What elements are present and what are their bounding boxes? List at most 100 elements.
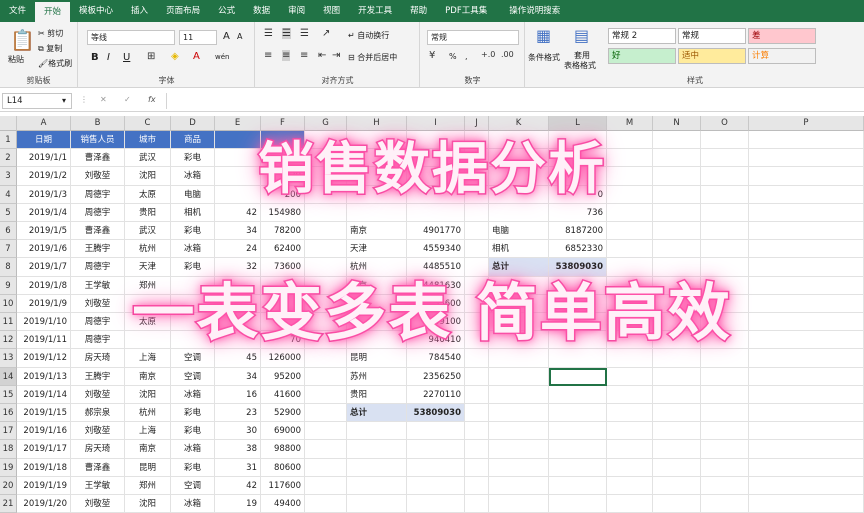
grid-cell[interactable] [347,495,407,513]
cut-button[interactable]: ✂ 剪切 [38,28,63,39]
grid-cell[interactable] [607,458,653,477]
table1-cell[interactable]: 19 [215,495,261,513]
grid-cell[interactable] [749,404,864,423]
table1-cell[interactable]: 31 [215,458,261,477]
grid-cell[interactable] [549,404,607,423]
table1-cell[interactable]: 杭州 [125,404,171,423]
table1-cell[interactable]: 南京 [125,367,171,386]
grid-cell[interactable] [489,458,549,477]
table1-cell[interactable]: 34 [215,222,261,241]
table1-cell[interactable]: 房天琦 [71,440,125,459]
grid-cell[interactable] [701,367,749,386]
grid-cell[interactable] [607,240,653,259]
table1-cell[interactable]: 2019/1/4 [17,203,71,222]
comma-button[interactable]: , [465,52,468,61]
table2-value[interactable] [407,203,465,222]
table1-cell[interactable]: 16 [215,385,261,404]
paste-button[interactable]: 粘贴 [8,54,24,65]
table1-cell[interactable]: 69000 [261,422,305,441]
grid-cell[interactable] [749,222,864,241]
merge-center-button[interactable]: ⊟ 合并后居中 [348,52,397,63]
table2-city[interactable]: 苏州 [347,367,407,386]
grid-cell[interactable] [653,440,701,459]
align-left-icon[interactable]: ≡ [264,50,272,61]
table3-value[interactable]: 8187200 [549,222,607,241]
align-center-icon[interactable]: ≡ [282,50,291,61]
grid-cell[interactable] [749,240,864,259]
format-table-button-2[interactable]: 表格格式 [564,60,596,71]
grid-cell[interactable] [305,349,347,368]
table1-cell[interactable]: 30 [215,422,261,441]
grid-cell[interactable] [407,458,465,477]
table1-cell[interactable]: 王腾宇 [71,240,125,259]
grid-cell[interactable] [749,349,864,368]
grid-cell[interactable] [653,240,701,259]
cell-style-1[interactable]: 常规 [678,28,746,44]
table2-city[interactable]: 天津 [347,240,407,259]
grid-cell[interactable] [749,495,864,513]
grid-cell[interactable] [465,404,489,423]
row-header[interactable]: 13 [0,349,17,368]
grid-cell[interactable] [347,458,407,477]
decrease-decimal-icon[interactable]: .00 [501,50,514,59]
table1-cell[interactable]: 2019/1/17 [17,440,71,459]
grid-cell[interactable] [607,422,653,441]
font-name-select[interactable]: 等线 [87,30,175,45]
table1-cell[interactable]: 2019/1/20 [17,495,71,513]
table3-value[interactable]: 736 [549,203,607,222]
table1-cell[interactable]: 154980 [261,203,305,222]
align-middle-icon[interactable]: ☰ [282,28,291,39]
grid-cell[interactable] [701,458,749,477]
grid-cell[interactable] [489,422,549,441]
table2-total-label[interactable]: 总计 [347,404,407,423]
table1-cell[interactable]: 2019/1/18 [17,458,71,477]
tab-12[interactable]: 操作说明搜索 [500,0,569,22]
grid-cell[interactable] [653,203,701,222]
grid-cell[interactable] [305,240,347,259]
selected-cell[interactable] [549,367,607,386]
table1-cell[interactable]: 冰箱 [171,240,215,259]
grid-cell[interactable] [607,222,653,241]
table1-cell[interactable]: 2019/1/5 [17,222,71,241]
cell-style-2[interactable]: 差 [748,28,816,44]
grid-cell[interactable] [489,440,549,459]
table1-cell[interactable]: 126000 [261,349,305,368]
grid-cell[interactable] [701,385,749,404]
grid-cell[interactable] [701,440,749,459]
table1-cell[interactable]: 45 [215,349,261,368]
grid-cell[interactable] [701,404,749,423]
table1-cell[interactable]: 曹泽鑫 [71,458,125,477]
grid-cell[interactable] [701,349,749,368]
tab-2[interactable]: 模板中心 [70,0,122,22]
grid-cell[interactable] [701,222,749,241]
table2-city[interactable]: 贵阳 [347,385,407,404]
table2-city[interactable]: 昆明 [347,349,407,368]
table1-cell[interactable]: 曹泽鑫 [71,222,125,241]
grid-cell[interactable] [653,422,701,441]
grid-cell[interactable] [701,240,749,259]
tab-11[interactable]: PDF工具集 [436,0,496,22]
number-format-select[interactable]: 常规 [427,30,519,45]
cell-style-0[interactable]: 常规 2 [608,28,676,44]
border-icon[interactable]: ⊞ [147,51,155,62]
table1-cell[interactable]: 2019/1/6 [17,240,71,259]
table1-cell[interactable]: 贵阳 [125,203,171,222]
table1-cell[interactable]: 周德宇 [71,203,125,222]
grid-cell[interactable] [549,385,607,404]
table1-cell[interactable]: 郝宗泉 [71,404,125,423]
table2-city[interactable]: 南京 [347,222,407,241]
grid-cell[interactable] [489,349,549,368]
grid-cell[interactable] [549,495,607,513]
orientation-icon[interactable]: ↗ [322,28,330,39]
grid-cell[interactable] [607,404,653,423]
format-painter-button[interactable]: 🖌格式刷 [38,58,72,69]
table1-cell[interactable]: 95200 [261,367,305,386]
grid-cell[interactable] [465,440,489,459]
table1-cell[interactable]: 刘敬堃 [71,495,125,513]
tab-4[interactable]: 页面布局 [157,0,209,22]
indent-decrease-icon[interactable]: ⇤ [318,50,326,61]
bold-button[interactable]: B [91,52,99,63]
table1-cell[interactable]: 王腾宇 [71,367,125,386]
row-header[interactable]: 21 [0,495,17,513]
percent-button[interactable]: % [449,52,457,61]
